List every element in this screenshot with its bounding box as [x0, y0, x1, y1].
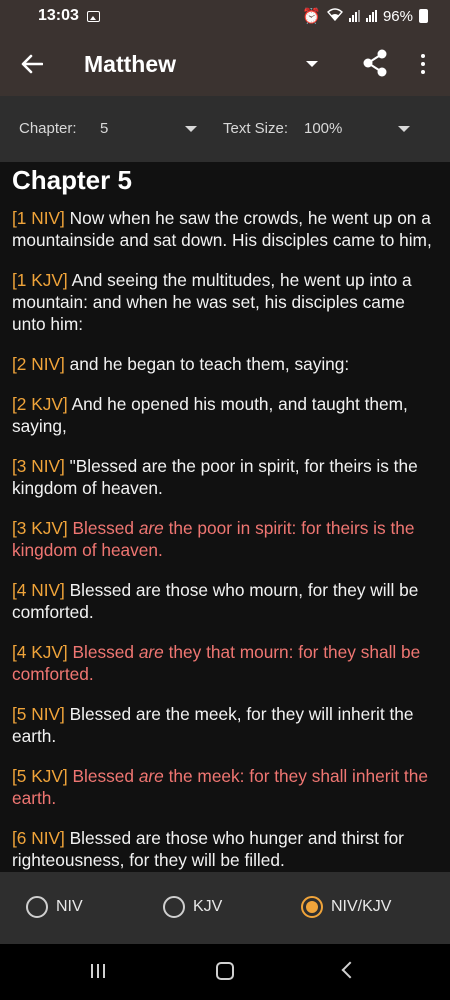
verse-text: Blessed are they that mourn: for they sh… [12, 642, 420, 684]
chapter-select[interactable]: 5 [100, 120, 108, 137]
verse-text: Blessed are the poor in spirit: for thei… [12, 518, 415, 560]
more-vert-icon [421, 54, 425, 58]
radio-unchecked-icon[interactable] [26, 896, 48, 918]
verse: [1 KJV] And seeing the multitudes, he we… [12, 269, 438, 335]
chapter-label: Chapter: [19, 120, 77, 137]
verse: [6 NIV] Blessed are those who hunger and… [12, 827, 438, 871]
chapter-title: Chapter 5 [12, 165, 132, 195]
text-size-label: Text Size: [223, 120, 289, 137]
verse-ref: [3 KJV] [12, 518, 68, 538]
verse-ref: [2 KJV] [12, 394, 68, 414]
dropdown-icon [306, 61, 318, 67]
verse-ref: [6 NIV] [12, 828, 65, 848]
verse-text: "Blessed are the poor in spirit, for the… [12, 456, 418, 498]
radio-niv[interactable]: NIV [26, 896, 83, 918]
status-bar: 13:03 ⏰ 96% [0, 0, 450, 32]
verse: [3 KJV] Blessed are the poor in spirit: … [12, 517, 438, 561]
wifi-icon [326, 7, 343, 25]
battery-level: 96% [382, 7, 413, 25]
status-right: ⏰ 96% [302, 7, 428, 25]
radio-kjv[interactable]: KJV [163, 896, 222, 918]
text-size-dropdown-icon[interactable] [398, 126, 410, 132]
book-dropdown[interactable] [300, 54, 324, 74]
share-button[interactable] [358, 46, 392, 82]
verse: [3 NIV] "Blessed are the poor in spirit,… [12, 455, 438, 499]
home-icon[interactable] [216, 962, 234, 980]
text-size-select[interactable]: 100% [304, 120, 342, 137]
recent-apps-icon[interactable] [91, 964, 105, 978]
share-icon [363, 49, 387, 77]
verse-text: Blessed are those who mourn, for they wi… [12, 580, 419, 622]
verse-italic: are [138, 642, 164, 662]
back-arrow-icon [21, 54, 43, 74]
verse-text: Blessed are the meek: for they shall inh… [12, 766, 428, 808]
verse: [5 NIV] Blessed are the meek, for they w… [12, 703, 438, 747]
status-time: 13:03 [38, 7, 79, 24]
verse-ref: [5 KJV] [12, 766, 68, 786]
verse-text: and he began to teach them, saying: [64, 354, 350, 374]
verse-text: And seeing the multitudes, he went up in… [12, 270, 412, 334]
signal-icon [365, 10, 377, 22]
verse: [4 NIV] Blessed are those who mourn, for… [12, 579, 438, 623]
radio-niv-kjv[interactable]: NIV/KJV [301, 896, 391, 918]
signal-icon [348, 10, 360, 22]
verse-text-part: Blessed [67, 642, 139, 662]
verse: [2 KJV] And he opened his mouth, and tau… [12, 393, 438, 437]
alarm-icon: ⏰ [302, 8, 321, 25]
verse-ref: [4 KJV] [12, 642, 68, 662]
radio-label[interactable]: NIV/KJV [331, 898, 391, 916]
battery-icon [419, 9, 428, 23]
back-button[interactable] [0, 32, 64, 96]
verse-ref: [4 NIV] [12, 580, 65, 600]
verse-italic: are [138, 766, 164, 786]
image-icon [86, 10, 100, 22]
more-vert-dot [421, 62, 425, 66]
verse-ref: [3 NIV] [12, 456, 65, 476]
verse-italic: are [138, 518, 164, 538]
verse-text: Blessed are those who hunger and thirst … [12, 828, 404, 870]
verse-text: And he opened his mouth, and taught them… [12, 394, 408, 436]
version-selector: NIV KJV NIV/KJV [0, 872, 450, 944]
verse-ref: [1 KJV] [12, 270, 68, 290]
verse-ref: [2 NIV] [12, 354, 65, 374]
radio-unchecked-icon[interactable] [163, 896, 185, 918]
verse: [4 KJV] Blessed are they that mourn: for… [12, 641, 438, 685]
book-title[interactable]: Matthew [84, 51, 176, 78]
more-vert-dot [421, 70, 425, 74]
radio-label[interactable]: NIV [56, 898, 83, 916]
verse-text: Now when he saw the crowds, he went up o… [12, 208, 432, 250]
chapter-dropdown-icon[interactable] [185, 126, 197, 132]
verse-text-part: Blessed [67, 518, 139, 538]
more-options-button[interactable] [408, 46, 438, 82]
radio-checked-icon[interactable] [301, 896, 323, 918]
verse-ref: [1 NIV] [12, 208, 65, 228]
verse-ref: [5 NIV] [12, 704, 65, 724]
verse: [1 NIV] Now when he saw the crowds, he w… [12, 207, 438, 251]
nav-back-icon[interactable] [341, 961, 359, 979]
app-bar: Matthew [0, 32, 450, 96]
status-left: 13:03 [38, 7, 100, 25]
chapter-content[interactable]: Chapter 5 [1 NIV] Now when he saw the cr… [0, 162, 450, 872]
system-nav-bar [0, 944, 450, 1000]
verse-text-part: Blessed [67, 766, 139, 786]
radio-label[interactable]: KJV [193, 898, 222, 916]
verse: [2 NIV] and he began to teach them, sayi… [12, 353, 438, 375]
options-bar: Chapter: 5 Text Size: 100% [0, 96, 450, 162]
verse: [5 KJV] Blessed are the meek: for they s… [12, 765, 438, 809]
verse-text: Blessed are the meek, for they will inhe… [12, 704, 414, 746]
